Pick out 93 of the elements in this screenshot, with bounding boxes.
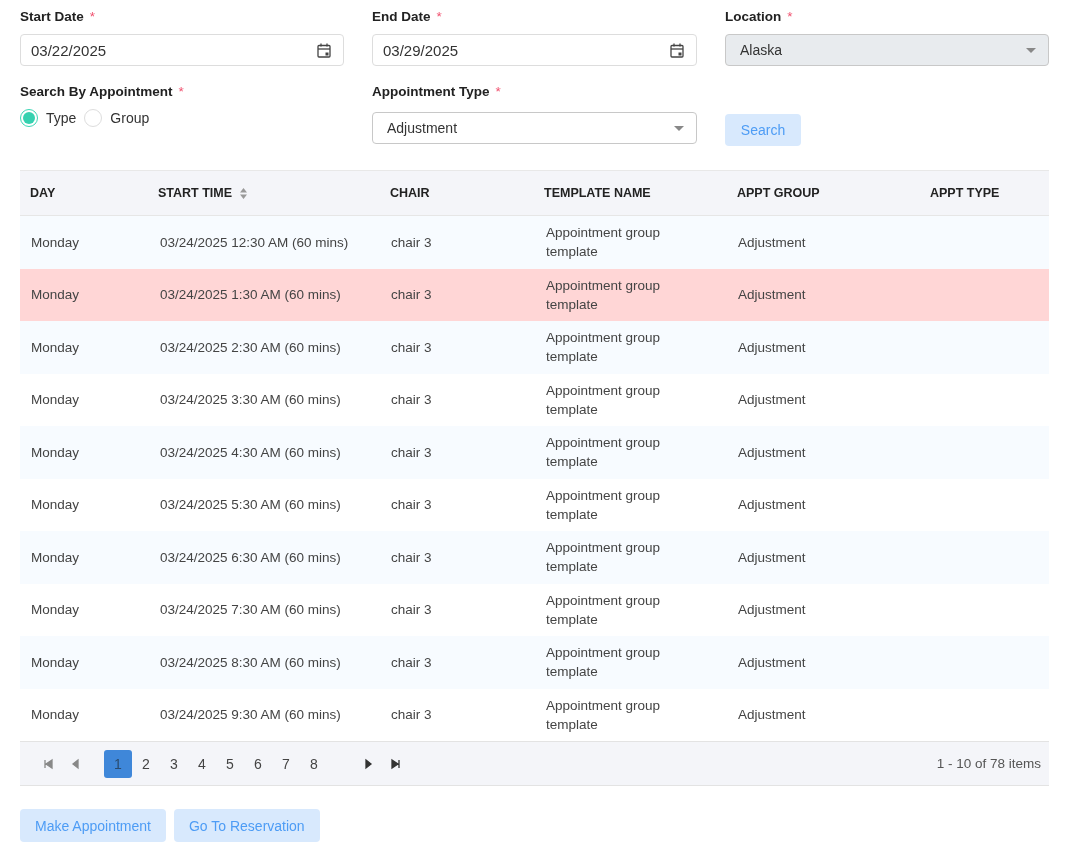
required-asterisk: * bbox=[436, 8, 442, 24]
table-cell: 03/24/2025 4:30 AM (60 mins) bbox=[160, 444, 341, 460]
table-cell: Appointment group template bbox=[546, 592, 661, 627]
table-cell: Adjustment bbox=[738, 392, 806, 408]
table-row[interactable]: Monday 03/24/2025 1:30 AM (60 mins) chair 3 Appointment group template Adjustment bbox=[20, 268, 1049, 321]
table-row[interactable]: Monday 03/24/2025 2:30 AM (60 mins) chair 3 Appointment group template Adjustment bbox=[20, 321, 1049, 374]
table-cell: Monday bbox=[31, 392, 80, 408]
table-cell: Appointment group template bbox=[546, 697, 661, 732]
table-cell: chair 3 bbox=[391, 234, 432, 250]
table-cell: 03/24/2025 6:30 AM (60 mins) bbox=[160, 549, 341, 565]
page-number[interactable]: 5 bbox=[216, 749, 244, 778]
required-asterisk: * bbox=[178, 83, 184, 99]
field-label: Search By Appointment bbox=[20, 83, 173, 99]
start-date-field[interactable]: 03/22/2025 bbox=[20, 34, 344, 66]
item-count: 1 - 10 of 78 items bbox=[936, 756, 1041, 771]
column-header[interactable]: TEMPLATE NAME bbox=[544, 186, 651, 200]
table-cell: Adjustment bbox=[738, 287, 806, 303]
table-cell: Adjustment bbox=[738, 549, 806, 565]
page-number[interactable]: 6 bbox=[244, 749, 272, 778]
table-row[interactable]: Monday 03/24/2025 6:30 AM (60 mins) chair 3 Appointment group template Adjustment bbox=[20, 531, 1049, 584]
table-cell: Appointment group template bbox=[546, 540, 661, 575]
table-cell: Appointment group template bbox=[546, 330, 661, 365]
table-cell: Appointment group template bbox=[546, 225, 661, 260]
required-asterisk: * bbox=[787, 8, 793, 24]
table-cell: chair 3 bbox=[391, 392, 432, 408]
required-asterisk: * bbox=[89, 8, 96, 24]
table-cell: 03/24/2025 7:30 AM (60 mins) bbox=[160, 602, 341, 618]
table-cell: Appointment group template bbox=[546, 277, 661, 312]
table-cell: Appointment group template bbox=[546, 382, 661, 417]
page-number[interactable]: 7 bbox=[272, 749, 300, 778]
table-cell: Monday bbox=[31, 339, 80, 355]
table-cell: Monday bbox=[31, 654, 80, 670]
table-cell: 03/24/2025 3:30 AM (60 mins) bbox=[160, 392, 341, 408]
table-cell: chair 3 bbox=[391, 549, 432, 565]
page-number[interactable]: 8 bbox=[300, 749, 328, 778]
radio-option[interactable]: Type bbox=[20, 109, 77, 127]
table-cell: chair 3 bbox=[391, 602, 432, 618]
table-cell: 03/24/2025 8:30 AM (60 mins) bbox=[160, 654, 341, 670]
table-cell: Adjustment bbox=[738, 444, 806, 460]
page-number[interactable]: 3 bbox=[160, 749, 188, 778]
field-label: Appointment Type bbox=[372, 83, 490, 99]
table-cell: 03/24/2025 12:30 AM (60 mins) bbox=[160, 234, 349, 250]
column-header[interactable]: START TIME bbox=[158, 186, 233, 200]
table-row[interactable]: Monday 03/24/2025 12:30 AM (60 mins) chair 3 Appointment group template Adjustment bbox=[20, 216, 1049, 269]
table-cell: 03/24/2025 1:30 AM (60 mins) bbox=[160, 287, 341, 303]
radio-option[interactable]: Group bbox=[84, 109, 150, 127]
table-cell: Monday bbox=[31, 234, 80, 250]
table-cell: 03/24/2025 9:30 AM (60 mins) bbox=[160, 707, 341, 723]
table-cell: Monday bbox=[31, 497, 80, 513]
table-cell: chair 3 bbox=[391, 444, 432, 460]
page-number[interactable]: 2 bbox=[132, 749, 160, 778]
table-cell: Adjustment bbox=[738, 234, 806, 250]
table-cell: Monday bbox=[31, 602, 80, 618]
field-label: Location bbox=[725, 8, 782, 24]
table-cell: chair 3 bbox=[391, 497, 432, 513]
table-cell: Monday bbox=[31, 444, 80, 460]
table-cell: 03/24/2025 5:30 AM (60 mins) bbox=[160, 497, 341, 513]
table-cell: Appointment group template bbox=[546, 487, 661, 522]
column-header[interactable]: CHAIR bbox=[390, 186, 430, 200]
table-cell: chair 3 bbox=[391, 339, 432, 355]
table-cell: chair 3 bbox=[391, 707, 432, 723]
field-label: End Date bbox=[372, 8, 431, 24]
field-label: Start Date bbox=[20, 8, 84, 24]
calendar-icon[interactable] bbox=[317, 42, 331, 58]
first-page-icon[interactable] bbox=[42, 757, 54, 770]
table-cell: Monday bbox=[31, 549, 80, 565]
page-number[interactable]: 4 bbox=[188, 749, 216, 778]
column-header[interactable]: APPT TYPE bbox=[930, 186, 1000, 200]
table-cell: chair 3 bbox=[391, 654, 432, 670]
end-date-field[interactable]: 03/29/2025 bbox=[372, 34, 697, 66]
table-cell: Adjustment bbox=[738, 339, 806, 355]
table-cell: Monday bbox=[31, 707, 80, 723]
required-asterisk: * bbox=[495, 83, 501, 99]
table-cell: Appointment group template bbox=[546, 645, 661, 680]
table-cell: Adjustment bbox=[738, 654, 806, 670]
table-cell: chair 3 bbox=[391, 287, 432, 303]
table-cell: Adjustment bbox=[738, 707, 806, 723]
table-cell: Appointment group template bbox=[546, 435, 661, 470]
table-cell: Monday bbox=[31, 287, 80, 303]
table-row[interactable]: Monday 03/24/2025 8:30 AM (60 mins) chair 3 Appointment group template Adjustment bbox=[20, 636, 1049, 689]
appointment-type-dropdown[interactable]: Adjustment bbox=[372, 112, 697, 144]
last-page-icon[interactable] bbox=[390, 757, 402, 770]
table-cell: Adjustment bbox=[738, 602, 806, 618]
table-cell: Adjustment bbox=[738, 497, 806, 513]
calendar-icon[interactable] bbox=[670, 42, 684, 58]
caret-icon[interactable] bbox=[674, 125, 684, 131]
next-page-icon[interactable] bbox=[362, 757, 374, 770]
sort-icon[interactable] bbox=[240, 187, 248, 199]
column-header[interactable]: DAY bbox=[30, 186, 56, 200]
table-cell: 03/24/2025 2:30 AM (60 mins) bbox=[160, 339, 341, 355]
column-header[interactable]: APPT GROUP bbox=[737, 186, 820, 200]
table-row[interactable]: Monday 03/24/2025 4:30 AM (60 mins) chair 3 Appointment group template Adjustment bbox=[20, 426, 1049, 479]
previous-page-icon[interactable] bbox=[70, 757, 82, 770]
